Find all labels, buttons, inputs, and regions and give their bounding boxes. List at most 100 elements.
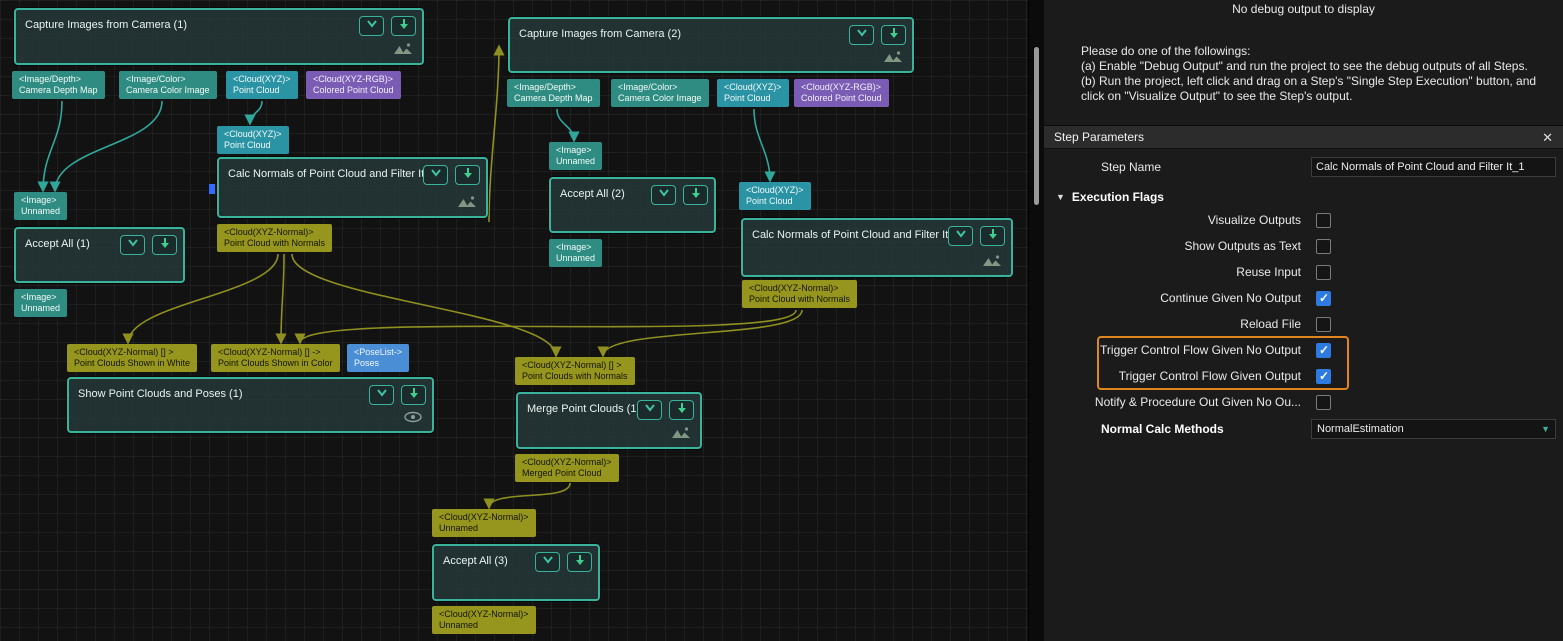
collapse-button[interactable] (359, 16, 384, 36)
port-normal[interactable]: <Cloud(XYZ-Normal)>Unnamed (432, 509, 536, 537)
node-capture-images-camera-2[interactable]: Capture Images from Camera (2) (508, 17, 914, 73)
scrollbar-thumb[interactable] (1034, 47, 1039, 205)
node-graph-canvas[interactable]: <Image/Depth>Camera Depth Map <Image/Colo… (0, 0, 1028, 641)
port-image[interactable]: <Image>Unnamed (549, 239, 602, 267)
debug-empty-title: No debug output to display (1044, 2, 1563, 16)
port-type: <Cloud(XYZ-RGB)> (313, 74, 394, 85)
edge-connection[interactable] (603, 310, 802, 356)
edge-connection[interactable] (557, 109, 574, 141)
port-normal[interactable]: <Cloud(XYZ-Normal)>Merged Point Cloud (515, 454, 619, 482)
port-image[interactable]: <Image/Depth>Camera Depth Map (12, 71, 105, 99)
node-capture-images-camera-1[interactable]: Capture Images from Camera (1) (14, 8, 424, 65)
single-step-execution-button[interactable] (152, 235, 177, 255)
port-name: Camera Color Image (618, 93, 702, 104)
single-step-execution-button[interactable] (391, 16, 416, 36)
flag-checkbox[interactable] (1316, 291, 1331, 306)
node-show-point-clouds-poses-1[interactable]: Show Point Clouds and Poses (1) (67, 377, 434, 433)
collapse-button[interactable] (849, 25, 874, 45)
node-merge-point-clouds-1[interactable]: Merge Point Clouds (1) (516, 392, 702, 449)
image-preview-icon (883, 50, 903, 68)
single-step-execution-button[interactable] (567, 552, 592, 572)
node-accept-all-1[interactable]: Accept All (1) (14, 227, 185, 283)
normal-calc-methods-dropdown[interactable]: NormalEstimation ▼ (1311, 419, 1556, 439)
canvas-scrollbar[interactable] (1028, 0, 1044, 641)
flag-checkbox[interactable] (1316, 239, 1331, 254)
collapse-button[interactable] (948, 226, 973, 246)
step-name-input[interactable] (1311, 157, 1556, 177)
node-accept-all-3[interactable]: Accept All (3) (432, 544, 600, 601)
connection-marker (209, 184, 215, 194)
single-step-execution-button[interactable] (980, 226, 1005, 246)
collapse-button[interactable] (651, 185, 676, 205)
single-step-execution-button[interactable] (881, 25, 906, 45)
port-image[interactable]: <Image>Unnamed (14, 289, 67, 317)
single-step-execution-button[interactable] (669, 400, 694, 420)
port-pose[interactable]: <PoseList->Poses (347, 344, 409, 372)
port-type: <Image> (21, 292, 60, 303)
edge-connection[interactable] (489, 483, 570, 508)
flag-label: Trigger Control Flow Given Output (1044, 369, 1301, 383)
port-type: <Cloud(XYZ)> (724, 82, 782, 93)
port-image[interactable]: <Image>Unnamed (14, 192, 67, 220)
flag-checkbox[interactable] (1316, 317, 1331, 332)
port-type: <Cloud(XYZ-Normal) [] > (522, 360, 628, 371)
port-cloud[interactable]: <Cloud(XYZ)>Point Cloud (226, 71, 298, 99)
collapse-button[interactable] (423, 165, 448, 185)
single-step-execution-button[interactable] (455, 165, 480, 185)
image-preview-icon (671, 426, 691, 444)
close-icon[interactable]: ✕ (1542, 131, 1553, 144)
single-step-execution-button[interactable] (683, 185, 708, 205)
port-type: <Cloud(XYZ-Normal)> (439, 512, 529, 523)
edge-connection[interactable] (300, 310, 796, 343)
edge-connection[interactable] (281, 254, 284, 343)
flag-checkbox[interactable] (1316, 395, 1331, 410)
node-accept-all-2[interactable]: Accept All (2) (549, 177, 716, 233)
flag-checkbox[interactable] (1316, 369, 1331, 384)
port-cloud[interactable]: <Cloud(XYZ)>Point Cloud (739, 182, 811, 210)
edge-connection[interactable] (250, 101, 262, 124)
step-name-row: Step Name (1044, 155, 1563, 179)
port-normal[interactable]: <Cloud(XYZ-Normal)>Point Cloud with Norm… (217, 224, 332, 252)
collapse-button[interactable] (369, 385, 394, 405)
collapse-button[interactable] (535, 552, 560, 572)
flag-checkbox[interactable] (1316, 343, 1331, 358)
edge-connection[interactable] (292, 254, 556, 356)
port-image[interactable]: <Image/Color>Camera Color Image (611, 79, 709, 107)
node-calc-normals-filter-1[interactable]: Calc Normals of Point Cloud and Filter I… (217, 157, 488, 218)
port-normal[interactable]: <Cloud(XYZ-Normal) [] >Point Clouds Show… (67, 344, 197, 372)
port-rgb[interactable]: <Cloud(XYZ-RGB)>Colored Point Cloud (306, 71, 401, 99)
port-normal[interactable]: <Cloud(XYZ-Normal) [] ->Point Clouds Sho… (211, 344, 340, 372)
port-type: <PoseList-> (354, 347, 402, 358)
chevron-down-icon: ▼ (1541, 424, 1550, 434)
port-cloud[interactable]: <Cloud(XYZ)>Point Cloud (717, 79, 789, 107)
port-image[interactable]: <Image>Unnamed (549, 142, 602, 170)
port-cloud[interactable]: <Cloud(XYZ)>Point Cloud (217, 126, 289, 154)
port-image[interactable]: <Image/Color>Camera Color Image (119, 71, 217, 99)
collapse-button[interactable] (120, 235, 145, 255)
flag-checkbox[interactable] (1316, 213, 1331, 228)
step-parameters-panel: No debug output to display Please do one… (1044, 0, 1563, 641)
execution-flags-header[interactable]: ▼ Execution Flags (1056, 190, 1563, 204)
run-arrow-icon (689, 186, 703, 205)
port-normal[interactable]: <Cloud(XYZ-Normal)>Unnamed (432, 606, 536, 634)
edge-connection[interactable] (754, 109, 770, 181)
collapse-button[interactable] (637, 400, 662, 420)
single-step-execution-button[interactable] (401, 385, 426, 405)
flag-checkbox[interactable] (1316, 265, 1331, 280)
chevron-down-icon (642, 401, 658, 419)
port-name: Point Cloud (233, 85, 291, 96)
step-name-label: Step Name (1101, 160, 1161, 174)
port-image[interactable]: <Image/Depth>Camera Depth Map (507, 79, 600, 107)
edge-connection[interactable] (55, 101, 162, 191)
port-normal[interactable]: <Cloud(XYZ-Normal)>Point Cloud with Norm… (742, 280, 857, 308)
step-parameters-title: Step Parameters (1054, 130, 1144, 144)
edge-connection[interactable] (489, 46, 499, 222)
port-normal[interactable]: <Cloud(XYZ-Normal) [] >Point Clouds with… (515, 357, 635, 385)
port-type: <Image/Depth> (19, 74, 98, 85)
port-type: <Cloud(XYZ)> (746, 185, 804, 196)
image-preview-icon (982, 254, 1002, 272)
node-calc-normals-filter-2[interactable]: Calc Normals of Point Cloud and Filter I… (741, 218, 1013, 277)
port-rgb[interactable]: <Cloud(XYZ-RGB)>Colored Point Cloud (794, 79, 889, 107)
port-type: <Cloud(XYZ-Normal) [] -> (218, 347, 333, 358)
visualize-eye-icon[interactable] (403, 410, 423, 428)
